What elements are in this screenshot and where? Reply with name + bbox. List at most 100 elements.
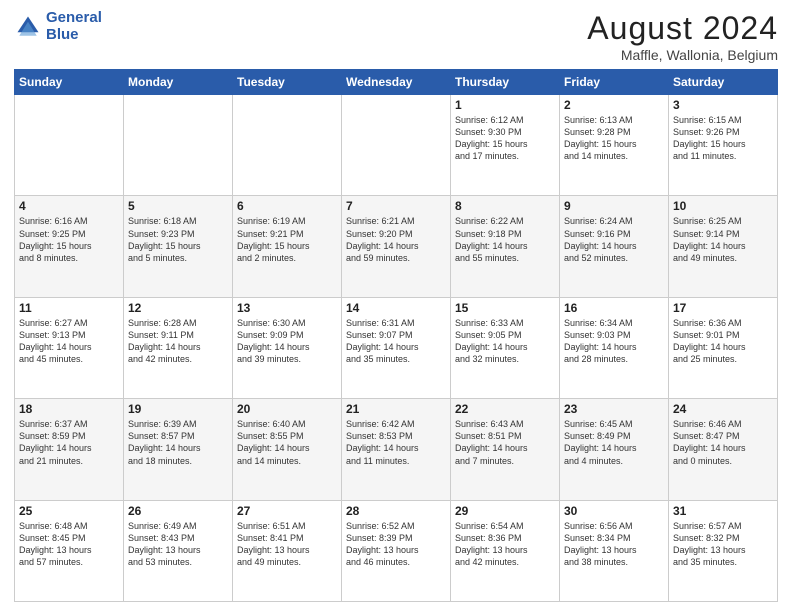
calendar-cell: 16Sunrise: 6:34 AM Sunset: 9:03 PM Dayli… [560, 297, 669, 398]
day-number: 22 [455, 402, 555, 416]
calendar-cell: 27 Sunrise: 6:51 AM Sunset: 8:41 PM Dayli… [233, 500, 342, 601]
day-number: 17 [673, 301, 773, 315]
calendar-cell [15, 95, 124, 196]
calendar-week-row: 25 Sunrise: 6:48 AM Sunset: 8:45 PM Dayli… [15, 500, 778, 601]
title-block: August 2024 Maffle, Wallonia, Belgium [587, 10, 778, 63]
weekday-row: SundayMondayTuesdayWednesdayThursdayFrid… [15, 70, 778, 95]
calendar-cell: 15 Sunrise: 6:33 AM Sunset: 9:05 PM Dayli… [451, 297, 560, 398]
day-info: Sunrise: 6:46 AM Sunset: 8:47 PM Dayligh… [673, 418, 773, 467]
day-info: Sunrise: 6:45 AM Sunset: 8:49 PM Dayligh… [564, 418, 664, 467]
day-info: Sunrise: 6:25 AM Sunset: 9:14 PM Dayligh… [673, 215, 773, 264]
calendar-week-row: 18 Sunrise: 6:37 AM Sunset: 8:59 PM Dayli… [15, 399, 778, 500]
day-number: 30 [564, 504, 664, 518]
logo-text: General Blue [46, 10, 102, 43]
weekday-header: Thursday [451, 70, 560, 95]
day-number: 31 [673, 504, 773, 518]
logo: General Blue [14, 10, 102, 43]
calendar-cell: 20 Sunrise: 6:40 AM Sunset: 8:55 PM Dayli… [233, 399, 342, 500]
day-info: Sunrise: 6:42 AM Sunset: 8:53 PM Dayligh… [346, 418, 446, 467]
calendar-cell: 31 Sunrise: 6:57 AM Sunset: 8:32 PM Dayli… [669, 500, 778, 601]
calendar-cell: 22 Sunrise: 6:43 AM Sunset: 8:51 PM Dayli… [451, 399, 560, 500]
calendar-cell: 7 Sunrise: 6:21 AM Sunset: 9:20 PM Daylig… [342, 196, 451, 297]
calendar-cell: 2 Sunrise: 6:13 AM Sunset: 9:28 PM Daylig… [560, 95, 669, 196]
calendar-cell: 21Sunrise: 6:42 AM Sunset: 8:53 PM Dayli… [342, 399, 451, 500]
day-number: 13 [237, 301, 337, 315]
day-number: 15 [455, 301, 555, 315]
calendar-cell: 6 Sunrise: 6:19 AM Sunset: 9:21 PM Daylig… [233, 196, 342, 297]
day-info: Sunrise: 6:56 AM Sunset: 8:34 PM Dayligh… [564, 520, 664, 569]
day-info: Sunrise: 6:57 AM Sunset: 8:32 PM Dayligh… [673, 520, 773, 569]
day-info: Sunrise: 6:13 AM Sunset: 9:28 PM Dayligh… [564, 114, 664, 163]
calendar-cell: 12 Sunrise: 6:28 AM Sunset: 9:11 PM Dayli… [124, 297, 233, 398]
day-number: 12 [128, 301, 228, 315]
day-info: Sunrise: 6:37 AM Sunset: 8:59 PM Dayligh… [19, 418, 119, 467]
day-info: Sunrise: 6:52 AM Sunset: 8:39 PM Dayligh… [346, 520, 446, 569]
day-info: Sunrise: 6:16 AM Sunset: 9:25 PM Dayligh… [19, 215, 119, 264]
day-number: 27 [237, 504, 337, 518]
calendar-cell: 24 Sunrise: 6:46 AM Sunset: 8:47 PM Dayli… [669, 399, 778, 500]
calendar-cell: 3Sunrise: 6:15 AM Sunset: 9:26 PM Daylig… [669, 95, 778, 196]
day-number: 29 [455, 504, 555, 518]
logo-icon [14, 13, 42, 41]
day-number: 19 [128, 402, 228, 416]
day-info: Sunrise: 6:34 AM Sunset: 9:03 PM Dayligh… [564, 317, 664, 366]
calendar-cell: 5 Sunrise: 6:18 AM Sunset: 9:23 PM Daylig… [124, 196, 233, 297]
calendar-cell: 28Sunrise: 6:52 AM Sunset: 8:39 PM Dayli… [342, 500, 451, 601]
weekday-header: Monday [124, 70, 233, 95]
day-info: Sunrise: 6:33 AM Sunset: 9:05 PM Dayligh… [455, 317, 555, 366]
calendar-week-row: 11Sunrise: 6:27 AM Sunset: 9:13 PM Dayli… [15, 297, 778, 398]
calendar-week-row: 4 Sunrise: 6:16 AM Sunset: 9:25 PM Daylig… [15, 196, 778, 297]
calendar-cell: 30 Sunrise: 6:56 AM Sunset: 8:34 PM Dayli… [560, 500, 669, 601]
day-number: 26 [128, 504, 228, 518]
weekday-header: Tuesday [233, 70, 342, 95]
calendar-cell: 11Sunrise: 6:27 AM Sunset: 9:13 PM Dayli… [15, 297, 124, 398]
day-info: Sunrise: 6:30 AM Sunset: 9:09 PM Dayligh… [237, 317, 337, 366]
day-info: Sunrise: 6:18 AM Sunset: 9:23 PM Dayligh… [128, 215, 228, 264]
calendar-cell: 10 Sunrise: 6:25 AM Sunset: 9:14 PM Dayli… [669, 196, 778, 297]
day-number: 4 [19, 199, 119, 213]
calendar-body: 1 Sunrise: 6:12 AM Sunset: 9:30 PM Daylig… [15, 95, 778, 602]
page: General Blue August 2024 Maffle, Walloni… [0, 0, 792, 612]
calendar-cell: 26Sunrise: 6:49 AM Sunset: 8:43 PM Dayli… [124, 500, 233, 601]
day-info: Sunrise: 6:39 AM Sunset: 8:57 PM Dayligh… [128, 418, 228, 467]
calendar-cell: 29Sunrise: 6:54 AM Sunset: 8:36 PM Dayli… [451, 500, 560, 601]
calendar-header: SundayMondayTuesdayWednesdayThursdayFrid… [15, 70, 778, 95]
calendar-cell: 25 Sunrise: 6:48 AM Sunset: 8:45 PM Dayli… [15, 500, 124, 601]
day-info: Sunrise: 6:43 AM Sunset: 8:51 PM Dayligh… [455, 418, 555, 467]
day-number: 3 [673, 98, 773, 112]
day-info: Sunrise: 6:40 AM Sunset: 8:55 PM Dayligh… [237, 418, 337, 467]
day-info: Sunrise: 6:24 AM Sunset: 9:16 PM Dayligh… [564, 215, 664, 264]
day-info: Sunrise: 6:51 AM Sunset: 8:41 PM Dayligh… [237, 520, 337, 569]
weekday-header: Saturday [669, 70, 778, 95]
day-number: 2 [564, 98, 664, 112]
day-info: Sunrise: 6:12 AM Sunset: 9:30 PM Dayligh… [455, 114, 555, 163]
day-number: 25 [19, 504, 119, 518]
day-number: 7 [346, 199, 446, 213]
weekday-header: Sunday [15, 70, 124, 95]
calendar-cell: 23Sunrise: 6:45 AM Sunset: 8:49 PM Dayli… [560, 399, 669, 500]
day-number: 8 [455, 199, 555, 213]
calendar-cell: 1 Sunrise: 6:12 AM Sunset: 9:30 PM Daylig… [451, 95, 560, 196]
calendar-cell: 4 Sunrise: 6:16 AM Sunset: 9:25 PM Daylig… [15, 196, 124, 297]
calendar-cell [233, 95, 342, 196]
calendar-cell: 14Sunrise: 6:31 AM Sunset: 9:07 PM Dayli… [342, 297, 451, 398]
day-number: 1 [455, 98, 555, 112]
weekday-header: Friday [560, 70, 669, 95]
calendar-table: SundayMondayTuesdayWednesdayThursdayFrid… [14, 69, 778, 602]
day-info: Sunrise: 6:21 AM Sunset: 9:20 PM Dayligh… [346, 215, 446, 264]
day-number: 24 [673, 402, 773, 416]
day-info: Sunrise: 6:28 AM Sunset: 9:11 PM Dayligh… [128, 317, 228, 366]
day-number: 5 [128, 199, 228, 213]
day-info: Sunrise: 6:48 AM Sunset: 8:45 PM Dayligh… [19, 520, 119, 569]
day-info: Sunrise: 6:19 AM Sunset: 9:21 PM Dayligh… [237, 215, 337, 264]
day-number: 18 [19, 402, 119, 416]
day-number: 6 [237, 199, 337, 213]
day-info: Sunrise: 6:22 AM Sunset: 9:18 PM Dayligh… [455, 215, 555, 264]
day-number: 20 [237, 402, 337, 416]
weekday-header: Wednesday [342, 70, 451, 95]
day-number: 10 [673, 199, 773, 213]
calendar-cell: 9Sunrise: 6:24 AM Sunset: 9:16 PM Daylig… [560, 196, 669, 297]
day-info: Sunrise: 6:36 AM Sunset: 9:01 PM Dayligh… [673, 317, 773, 366]
calendar-cell [124, 95, 233, 196]
calendar-cell: 13 Sunrise: 6:30 AM Sunset: 9:09 PM Dayli… [233, 297, 342, 398]
